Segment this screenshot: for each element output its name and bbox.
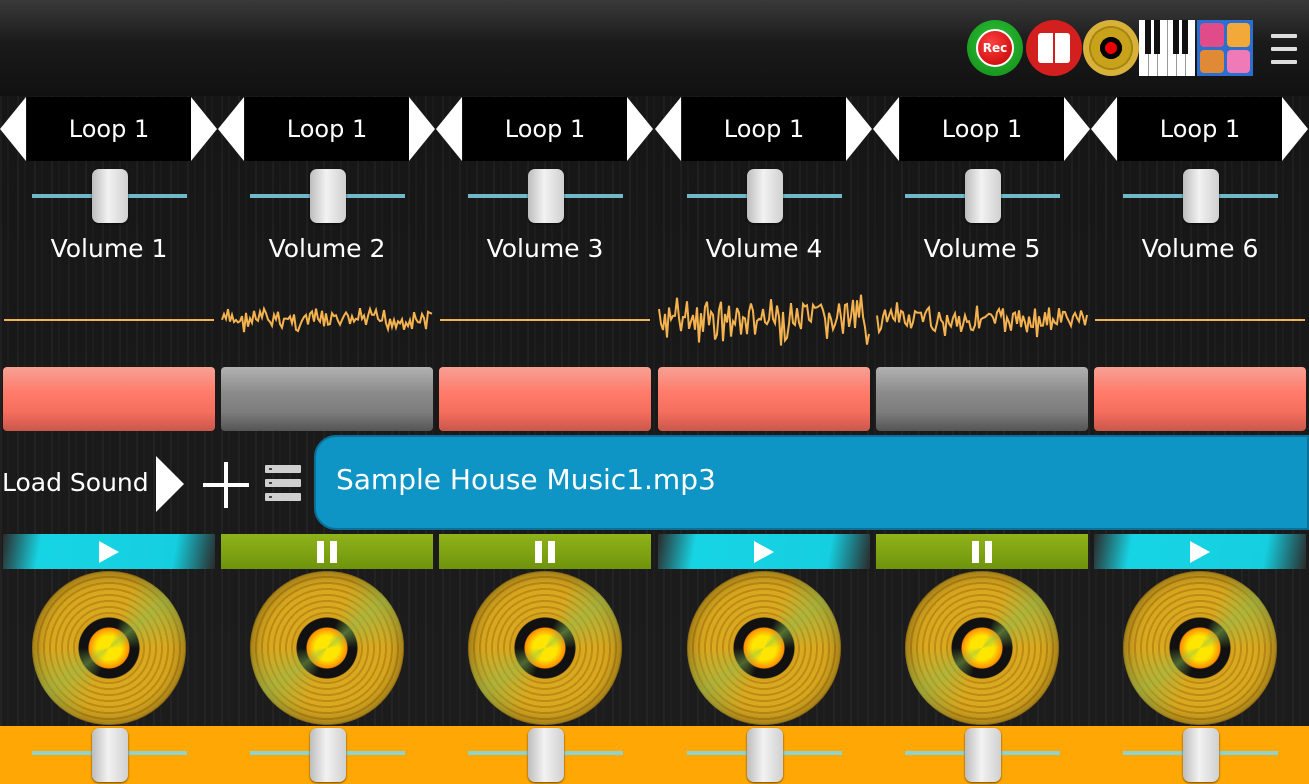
add-icon[interactable] xyxy=(203,462,249,508)
turntable-disc-icon[interactable] xyxy=(468,571,622,725)
pause-button[interactable] xyxy=(876,534,1088,569)
play-button[interactable] xyxy=(658,534,870,569)
volume-slider-knob[interactable] xyxy=(309,169,346,223)
track-pad-button[interactable] xyxy=(1094,367,1306,431)
pitch-slider-knob[interactable] xyxy=(527,728,564,782)
file-name: Sample House Music1.mp3 xyxy=(336,463,716,496)
loaded-file-field[interactable]: Sample House Music1.mp3 xyxy=(314,435,1309,530)
vinyl-button[interactable] xyxy=(1083,20,1139,76)
pads-icon-cell xyxy=(1226,23,1250,47)
list-line xyxy=(265,479,301,487)
piano-button[interactable] xyxy=(1139,20,1195,76)
loop-next-arrow[interactable] xyxy=(846,97,872,161)
pads-icon-cell xyxy=(1200,49,1224,73)
loop-label[interactable]: Loop 1 xyxy=(682,97,846,161)
loop-next-arrow[interactable] xyxy=(1282,97,1308,161)
track-waveform xyxy=(658,294,870,346)
volume-label: Volume 4 xyxy=(705,234,823,263)
volume-label: Volume 5 xyxy=(923,234,1041,263)
volume-slider-knob[interactable] xyxy=(964,169,1001,223)
menu-line xyxy=(1271,47,1297,51)
pitch-slider-knob[interactable] xyxy=(964,728,1001,782)
piano-black-key xyxy=(1173,20,1179,54)
play-icon xyxy=(1190,540,1210,563)
pitch-slider-knob[interactable] xyxy=(91,728,128,782)
track-pad-button[interactable] xyxy=(3,367,215,431)
loop-label[interactable]: Loop 1 xyxy=(1118,97,1282,161)
pitch-slider-knob[interactable] xyxy=(1182,728,1219,782)
loop-next-arrow[interactable] xyxy=(627,97,653,161)
pitch-slider-knob[interactable] xyxy=(309,728,346,782)
pause-button[interactable] xyxy=(221,534,433,569)
loop-prev-arrow[interactable] xyxy=(218,97,244,161)
pitch-slider-knob[interactable] xyxy=(746,728,783,782)
pause-button[interactable] xyxy=(439,534,651,569)
play-button[interactable] xyxy=(1094,534,1306,569)
loop-label[interactable]: Loop 1 xyxy=(463,97,627,161)
list-line xyxy=(265,465,301,473)
play-button[interactable] xyxy=(3,534,215,569)
volume-label: Volume 1 xyxy=(50,234,168,263)
piano-black-key xyxy=(1154,20,1160,54)
menu-icon[interactable] xyxy=(1271,34,1297,64)
loop-label[interactable]: Loop 1 xyxy=(900,97,1064,161)
volume-slider-knob[interactable] xyxy=(1182,169,1219,223)
record-icon: Rec xyxy=(976,29,1014,67)
book-icon xyxy=(1038,33,1070,63)
volume-label: Volume 3 xyxy=(486,234,604,263)
piano-black-key xyxy=(1145,20,1151,54)
loop-next-arrow[interactable] xyxy=(1064,97,1090,161)
record-label: Rec xyxy=(982,41,1008,55)
track-pad-button[interactable] xyxy=(658,367,870,431)
turntable-disc-icon[interactable] xyxy=(250,571,404,725)
volume-slider-knob[interactable] xyxy=(527,169,564,223)
top-toolbar: Rec xyxy=(0,0,1309,96)
turntable-disc-icon[interactable] xyxy=(1123,571,1277,725)
volume-slider-knob[interactable] xyxy=(91,169,128,223)
track-pad-button[interactable] xyxy=(439,367,651,431)
pads-icon-cell xyxy=(1226,49,1250,73)
loop-label[interactable]: Loop 1 xyxy=(245,97,409,161)
waveform-strip xyxy=(4,294,1305,346)
sound-list-icon[interactable] xyxy=(265,465,301,501)
turntable-disc-icon[interactable] xyxy=(32,571,186,725)
loop-next-arrow[interactable] xyxy=(191,97,217,161)
piano-black-key xyxy=(1182,20,1188,54)
pause-icon xyxy=(534,540,556,563)
track-waveform xyxy=(221,305,433,334)
pads-button[interactable] xyxy=(1197,20,1253,76)
pause-icon xyxy=(971,540,993,563)
turntable-disc-icon[interactable] xyxy=(905,571,1059,725)
loop-prev-arrow[interactable] xyxy=(0,97,26,161)
piano-divider xyxy=(1167,20,1168,76)
track-pad-button[interactable] xyxy=(876,367,1088,431)
play-icon xyxy=(99,540,119,563)
volume-label: Volume 6 xyxy=(1141,234,1259,263)
list-line xyxy=(265,493,301,501)
loop-next-arrow[interactable] xyxy=(409,97,435,161)
loop-prev-arrow[interactable] xyxy=(655,97,681,161)
load-sound-label[interactable]: Load Sound xyxy=(2,468,149,497)
loop-label[interactable]: Loop 1 xyxy=(27,97,191,161)
turntable-disc-icon[interactable] xyxy=(687,571,841,725)
track-pad-button[interactable] xyxy=(221,367,433,431)
menu-line xyxy=(1271,34,1297,38)
guide-button[interactable] xyxy=(1026,20,1082,76)
loop-selector-strip: Loop 1 Loop 1 Loop 1 Loop 1 Loop 1 Loop 1 xyxy=(0,97,1309,161)
track-waveform xyxy=(876,302,1088,338)
loop-prev-arrow[interactable] xyxy=(436,97,462,161)
load-play-icon[interactable] xyxy=(156,456,184,512)
volume-label: Volume 2 xyxy=(268,234,386,263)
pause-icon xyxy=(316,540,338,563)
loop-prev-arrow[interactable] xyxy=(1091,97,1117,161)
play-icon xyxy=(754,540,774,563)
record-button[interactable]: Rec xyxy=(967,20,1023,76)
pitch-slider-bar xyxy=(0,726,1309,784)
volume-slider-knob[interactable] xyxy=(746,169,783,223)
pads-icon-cell xyxy=(1200,23,1224,47)
menu-line xyxy=(1271,60,1297,64)
loop-prev-arrow[interactable] xyxy=(873,97,899,161)
